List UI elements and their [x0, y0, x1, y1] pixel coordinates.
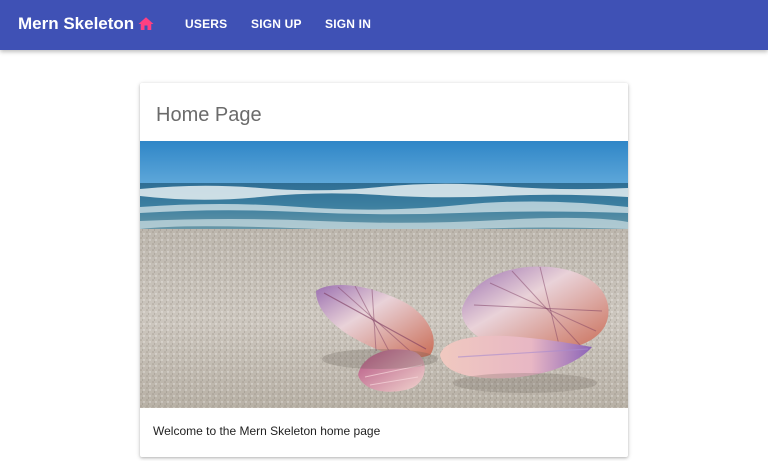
card-title: Home Page	[156, 104, 262, 126]
nav-signup-button[interactable]: SIGN UP	[251, 15, 302, 33]
nav-signin-button[interactable]: SIGN IN	[325, 15, 371, 33]
home-icon	[138, 17, 154, 30]
welcome-text: Welcome to the Mern Skeleton home page	[153, 424, 381, 438]
nav-users-button[interactable]: USERS	[185, 15, 227, 33]
home-button[interactable]	[135, 13, 157, 35]
app-title: Mern Skeleton	[18, 14, 135, 33]
home-card: Home Page Welcome to the Mern Skeleton h…	[140, 83, 628, 457]
card-media-image	[140, 141, 628, 408]
app-bar: Mern Skeleton USERS SIGN UP SIGN IN	[0, 0, 768, 50]
